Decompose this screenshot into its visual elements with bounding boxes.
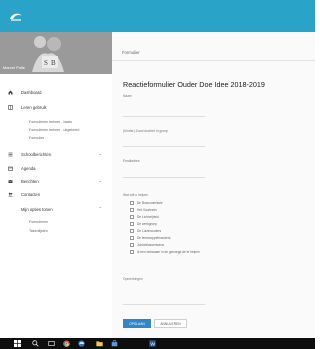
cancel-button[interactable]: ANNULEREN <box>154 319 187 328</box>
checkbox[interactable] <box>130 215 134 219</box>
sidebar-item-label: Leren gebruik <box>21 104 47 110</box>
checkbox-label: De Luizenouders <box>137 229 162 233</box>
help-options-label: Wat wilt u helpen <box>123 193 148 197</box>
checkbox-option[interactable]: De Boscommissie <box>130 200 163 206</box>
child-field[interactable] <box>123 146 205 147</box>
sidebar-item-berichten[interactable]: Berichten ⌄ <box>0 175 112 187</box>
checkbox-label: Ik ben bekwaam in de genoegd de te helpe… <box>137 250 200 254</box>
calendar-icon <box>5 166 15 171</box>
sidebar-subitem[interactable]: Formulieren beheer - uitgebreid <box>29 128 79 132</box>
checkbox-label: Het Voorlezen <box>137 208 158 212</box>
sidebar-subitem[interactable]: Formulieren beheer - basis <box>29 120 72 124</box>
sidebar-item-label: Schoolberichten <box>21 151 52 157</box>
checkbox-option[interactable]: De Lichtvrijheid <box>130 214 159 220</box>
sidebar-item-label: Contacten <box>21 191 41 197</box>
checkbox[interactable] <box>130 250 134 254</box>
taskbar: W <box>0 338 315 349</box>
home-icon <box>5 90 15 95</box>
book-icon <box>5 104 15 110</box>
remarks-field-label: Opmerkingen <box>123 277 143 281</box>
folder-icon[interactable] <box>96 340 103 347</box>
chevron-up-icon[interactable]: ⌃ <box>99 206 102 211</box>
chevron-down-icon[interactable]: ⌄ <box>99 151 102 156</box>
checkbox[interactable] <box>130 222 134 226</box>
mail-icon <box>5 179 15 184</box>
breadcrumb: Formulier <box>122 50 140 55</box>
email-field[interactable] <box>123 177 205 178</box>
sidebar-item-mijn-opties[interactable]: Mijn opties tonen ⌃ <box>0 203 112 215</box>
svg-text:B: B <box>51 59 56 67</box>
svg-text:W: W <box>150 342 155 347</box>
checkbox-label: De werkgroep <box>137 222 157 226</box>
name-field-label: Naam <box>123 94 132 98</box>
swirl-logo-icon[interactable] <box>8 8 24 24</box>
checkbox[interactable] <box>130 201 134 205</box>
checkbox[interactable] <box>130 236 134 240</box>
checkbox[interactable] <box>130 229 134 233</box>
svg-text:S: S <box>44 59 48 67</box>
sidebar-item-agenda[interactable]: Agenda <box>0 162 112 174</box>
profile-avatar: S B <box>24 32 72 74</box>
sidebar-item-leren-gebruik[interactable]: Leren gebruik <box>0 101 112 113</box>
checkbox[interactable] <box>130 243 134 247</box>
people-icon <box>5 192 15 197</box>
profile-name[interactable]: Marcel Polle <box>3 65 25 70</box>
checkbox-label: Juniorklassenwens <box>137 243 164 247</box>
form-title: Reactieformulier Ouder Doe Idee 2018-201… <box>123 80 265 89</box>
task-view-icon[interactable] <box>48 340 55 347</box>
checkbox-option[interactable]: Ik ben bekwaam in de genoegd de te helpe… <box>130 249 200 255</box>
sidebar-item-schoolberichten[interactable]: Schoolberichten ⌄ <box>0 148 112 160</box>
sidebar-item-label: Berichten <box>21 178 39 184</box>
edge-icon[interactable] <box>78 340 85 347</box>
sidebar-subitem[interactable]: Formulier <box>29 136 44 140</box>
word-icon[interactable]: W <box>149 340 156 347</box>
sidebar-item-contacten[interactable]: Contacten <box>0 188 112 200</box>
sidebar-item-label: Agenda <box>21 165 36 171</box>
sidebar-item-label: Mijn opties tonen <box>21 206 53 212</box>
checkbox-option[interactable]: De leesmoppelinouders <box>130 235 171 241</box>
checkbox-label: De Boscommissie <box>137 201 163 205</box>
search-icon[interactable] <box>32 340 39 347</box>
main-content: Formulier Reactieformulier Ouder Doe Ide… <box>112 32 315 338</box>
checkbox-option[interactable]: Juniorklassenwens <box>130 242 164 248</box>
checkbox-label: De leesmoppelinouders <box>137 236 171 240</box>
remarks-field[interactable] <box>123 304 205 305</box>
divider <box>112 60 315 61</box>
windows-icon[interactable] <box>14 340 21 347</box>
name-field[interactable] <box>123 116 205 117</box>
list-icon <box>5 152 15 157</box>
top-bar <box>0 0 315 32</box>
checkbox-option[interactable]: Het Voorlezen <box>130 207 157 213</box>
sidebar-subitem[interactable]: Takenlijsten <box>29 229 48 233</box>
store-icon[interactable] <box>111 340 118 347</box>
checkbox-label: De Lichtvrijheid <box>137 215 159 219</box>
save-button[interactable]: OPSLAAN <box>123 319 151 328</box>
checkbox-option[interactable]: De werkgroep <box>130 221 157 227</box>
sidebar: S B Marcel Polle Dashboard Leren gebruik… <box>0 32 113 338</box>
checkbox-option[interactable]: De Luizenouders <box>130 228 161 234</box>
email-field-label: Emailadres <box>123 159 140 163</box>
sidebar-subitem[interactable]: Formulieren <box>29 220 48 224</box>
sidebar-item-label: Dashboard <box>21 89 42 95</box>
child-field-label: (Kinder) Zoon/dochter in groep <box>123 129 168 133</box>
profile-banner: S B Marcel Polle <box>0 32 112 74</box>
chrome-icon[interactable] <box>63 340 70 347</box>
chevron-down-icon[interactable]: ⌄ <box>99 178 102 183</box>
checkbox[interactable] <box>130 208 134 212</box>
sidebar-item-dashboard[interactable]: Dashboard <box>0 86 112 98</box>
